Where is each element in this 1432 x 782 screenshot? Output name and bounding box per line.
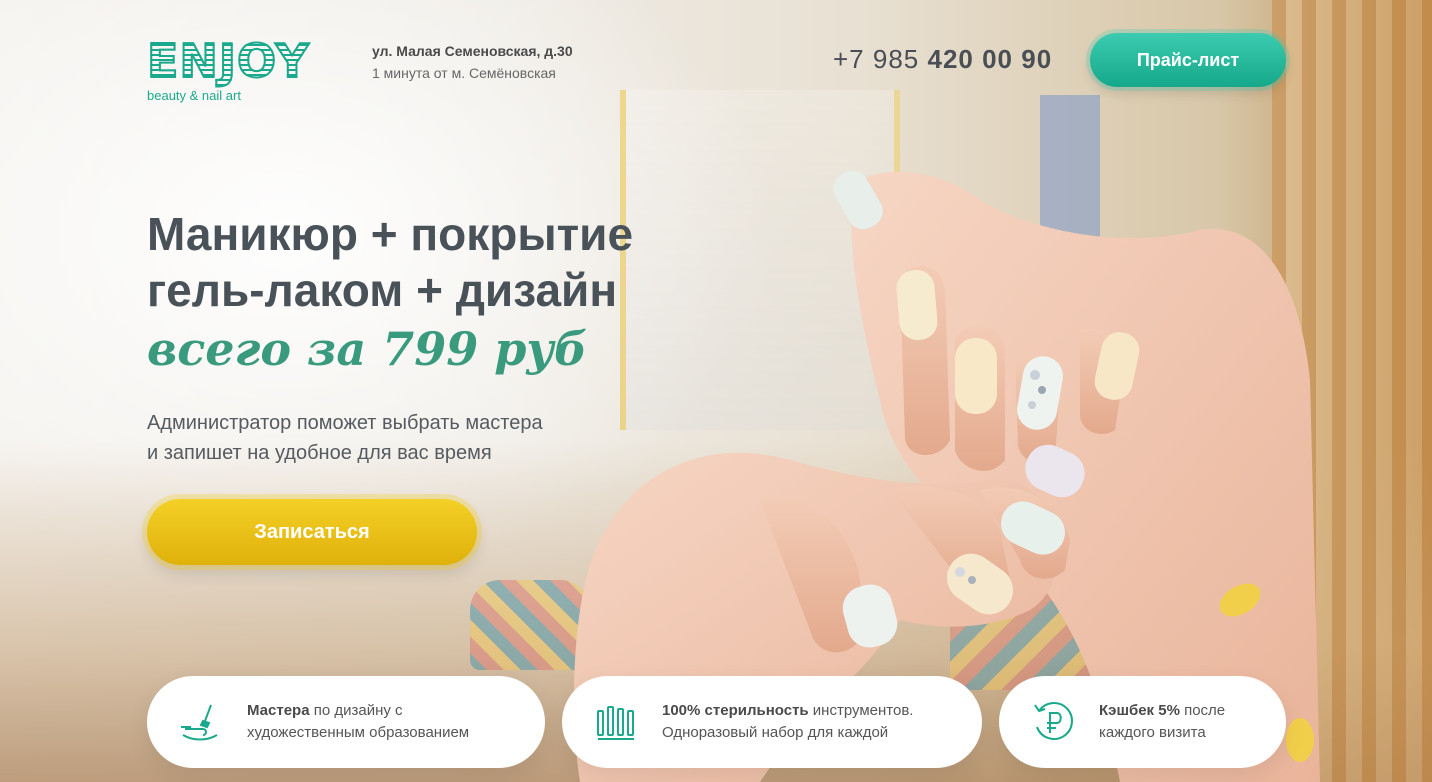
feature-after-sterility: инструментов. <box>808 702 914 719</box>
phone-main: 420 00 90 <box>927 44 1053 74</box>
feature-after-masters: по дизайну с <box>309 702 403 719</box>
hero-title-line1: Маникюр + покрытие <box>147 208 634 260</box>
feature-line2-sterility: Одноразовый набор для каждой <box>662 724 889 741</box>
feature-bold-cashback: Кэшбек 5% <box>1099 702 1180 719</box>
hero-description-line1: Администратор поможет выбрать мастера <box>147 412 543 434</box>
hero-price: всего за 799 руб <box>147 322 588 376</box>
logo-wordmark: ENJOY <box>146 34 310 88</box>
sterile-tools-icon <box>597 706 634 740</box>
feature-card-cashback: Кэшбек 5% после каждого визита <box>999 676 1286 768</box>
hero-description-line2: и запишет на удобное для вас время <box>147 442 492 464</box>
feature-card-sterility: 100% стерильность инструментов. Одноразо… <box>562 676 982 768</box>
feature-text-sterility: 100% стерильность инструментов. Одноразо… <box>662 700 913 744</box>
address-street: ул. Малая Семеновская, д.30 <box>372 43 573 59</box>
phone-prefix: +7 985 <box>833 44 920 74</box>
address-metro: 1 минута от м. Семёновская <box>372 65 556 81</box>
feature-line2-cashback: каждого визита <box>1099 724 1206 741</box>
phone-number-link[interactable]: +7 985 420 00 90 <box>833 44 1052 75</box>
feature-card-masters: Мастера по дизайну с художественным обра… <box>147 676 545 768</box>
feature-bold-sterility: 100% стерильность <box>662 702 809 719</box>
feature-text-cashback: Кэшбек 5% после каждого визита <box>1099 700 1225 744</box>
feature-line2-masters: художественным образованием <box>247 724 470 741</box>
hero-description: Администратор поможет выбрать мастера и … <box>147 408 647 468</box>
feature-text-masters: Мастера по дизайну с художественным обра… <box>247 700 469 744</box>
feature-after-cashback: после <box>1179 702 1226 719</box>
feature-bold-masters: Мастера <box>247 702 310 719</box>
price-list-button[interactable]: Прайс-лист <box>1090 33 1286 87</box>
signup-button[interactable]: Записаться <box>147 499 477 565</box>
hero-title-line2: гель-лаком + дизайн <box>147 264 618 316</box>
ruble-cashback-icon <box>1034 702 1073 740</box>
hero-title: Маникюр + покрытие гель-лаком + дизайн <box>147 206 767 318</box>
logo[interactable]: ENJOY beauty & nail art <box>146 34 310 103</box>
nail-brush-icon <box>181 704 218 741</box>
logo-tagline: beauty & nail art <box>147 88 241 103</box>
salon-address: ул. Малая Семеновская, д.30 1 минута от … <box>372 43 573 81</box>
